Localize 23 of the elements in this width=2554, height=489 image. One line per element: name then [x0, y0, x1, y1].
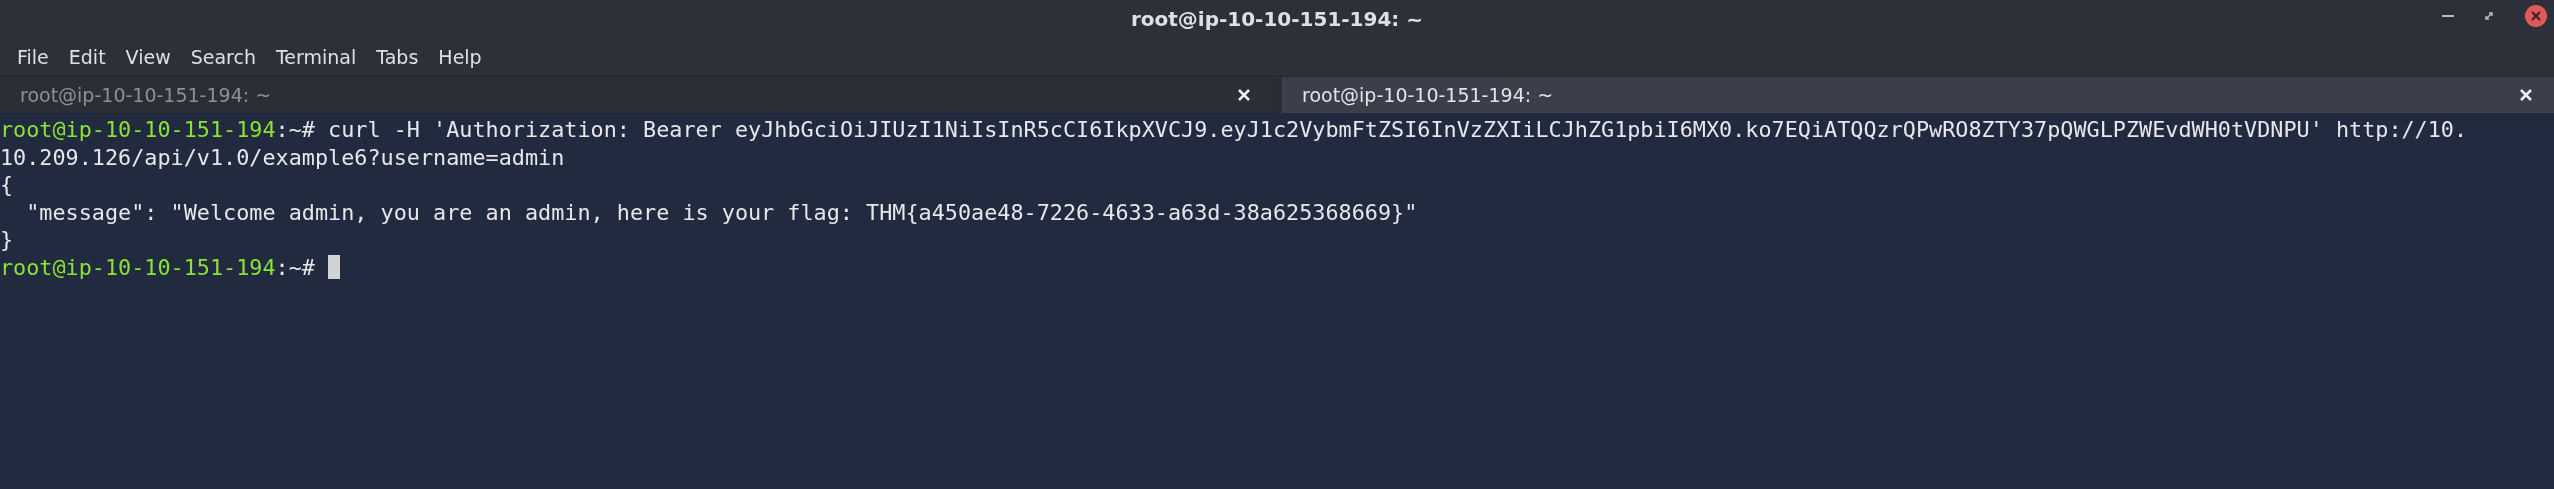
- prompt-user: root@ip-10-10-151-194: [0, 117, 276, 142]
- menu-item[interactable]: Edit: [59, 42, 115, 72]
- tab[interactable]: root@ip-10-10-151-194: ~: [1282, 77, 2554, 113]
- text-cursor: [328, 254, 341, 279]
- minimize-icon[interactable]: [2442, 14, 2454, 18]
- output-text: {: [0, 172, 14, 198]
- close-icon[interactable]: [2520, 89, 2532, 101]
- prompt-user: root@ip-10-10-151-194: [0, 254, 276, 280]
- window-title: root@ip-10-10-151-194: ~: [1130, 7, 1424, 31]
- close-icon[interactable]: [1238, 89, 1250, 101]
- prompt-path: :~#: [275, 117, 315, 142]
- menu-item[interactable]: File: [8, 42, 58, 72]
- menu-item[interactable]: Help: [429, 42, 491, 72]
- restore-icon[interactable]: [2484, 11, 2494, 21]
- prompt-path: :~#: [275, 254, 315, 280]
- output-text: "message": "Welcome admin, you are an admin, here is your flag: THM{a450ae48-7226-4633-a63d-38a625368669}": [25, 199, 1418, 225]
- menu-item[interactable]: View: [116, 42, 180, 72]
- output-text: 10.209.126/api/v1.0/example6?username=admin: [0, 144, 565, 170]
- command-text: curl -H 'Authorization: Bearer eyJhbGciOiJIUzI1NiIsInR5cCI6IkpXVCJ9.eyJ1c2VybmFtZSI6InVzZXIiLCJhZG1pbiI6MX0.ko7EQiATQQzrQPwRO8ZTY37pQWGLPZWEvdWH0tVDNPU' http://10.: [327, 117, 2468, 142]
- output-text: }: [0, 227, 14, 253]
- menu-item[interactable]: Tabs: [367, 42, 428, 72]
- menu-item[interactable]: Terminal: [266, 42, 366, 72]
- menu-item[interactable]: Search: [181, 42, 265, 72]
